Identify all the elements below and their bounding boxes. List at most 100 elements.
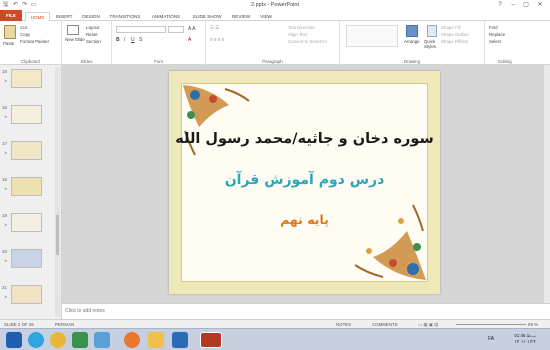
new-slide-icon[interactable] [67, 25, 79, 35]
window-title: 2.pptx - PowerPoint [251, 2, 299, 8]
align-icons[interactable]: ≡ ≡ ≡ ≡ [210, 37, 224, 43]
tab-slide-show[interactable]: SLIDE SHOW [188, 12, 226, 21]
layout-button[interactable]: Layout [86, 25, 99, 31]
clipboard-label: Clipboard [21, 59, 40, 64]
shape-fill-button[interactable]: Shape Fill [441, 25, 461, 31]
paragraph-group: ☰ ☰ ≡ ≡ ≡ ≡ Text Direction Align Text Co… [206, 21, 340, 65]
text-direction-button[interactable]: Text Direction [288, 25, 315, 31]
firefox-icon[interactable] [124, 332, 140, 348]
slide-title-line3[interactable]: پایه نهم [169, 212, 440, 227]
ribbon-tabs: FILE HOME INSERT DESIGN TRANSITIONS ANIM… [0, 10, 550, 21]
thumbnail-number: 18 [2, 177, 8, 182]
find-button[interactable]: Find [489, 25, 498, 31]
tab-design[interactable]: DESIGN [79, 12, 103, 21]
bullets-icon[interactable]: ☰ ☰ [210, 25, 219, 31]
shape-outline-button[interactable]: Shape Outline [441, 32, 469, 38]
font-name-box[interactable] [116, 26, 166, 33]
copy-button[interactable]: Copy [20, 32, 30, 38]
telegram-icon[interactable] [28, 332, 44, 348]
italic-icon[interactable]: I [124, 37, 125, 43]
quick-styles-icon[interactable] [427, 25, 437, 37]
paste-button[interactable]: Paste [3, 41, 14, 47]
thumbnail-scrollbar[interactable] [55, 67, 60, 317]
slide-thumbnail[interactable] [11, 69, 42, 88]
transition-icon: ★ [4, 114, 8, 119]
slide-thumbnail[interactable] [11, 213, 42, 232]
reset-button[interactable]: Reset [86, 32, 97, 38]
format-painter-button[interactable]: Format Painter [20, 39, 49, 45]
slide-thumbnail[interactable] [11, 105, 42, 124]
clock-date: ۱۴۰۱/۰۱/۲۲ [514, 339, 536, 344]
tab-view[interactable]: VIEW [256, 12, 276, 21]
notes-toggle[interactable]: NOTES [336, 321, 351, 328]
system-clock[interactable]: 01:46 ب.ظ ۱۴۰۱/۰۱/۲۲ [514, 333, 536, 345]
media-icon[interactable] [72, 332, 88, 348]
shapes-gallery[interactable] [346, 25, 398, 47]
select-button[interactable]: Select [489, 39, 501, 45]
editing-group: Find Replace Select Editing [485, 21, 525, 65]
powerpoint-icon[interactable] [200, 332, 222, 348]
zoom-slider[interactable] [456, 324, 526, 325]
tab-review[interactable]: REVIEW [229, 12, 253, 21]
tab-transitions[interactable]: TRANSITIONS [106, 12, 144, 21]
slide-title-line2[interactable]: درس دوم آموزش قرآن [169, 172, 440, 188]
explorer-icon[interactable] [172, 332, 188, 348]
minimize-button[interactable]: – [507, 0, 519, 10]
editor-scrollbar[interactable] [544, 65, 550, 303]
thumbnail-number: 21 [2, 285, 8, 290]
arrange-icon[interactable] [406, 25, 418, 37]
smartart-button[interactable]: Convert to SmartArt [288, 39, 327, 45]
editing-label: Editing [498, 59, 512, 64]
paste-icon[interactable] [4, 25, 16, 39]
start-icon[interactable] [6, 332, 22, 348]
arrange-button[interactable]: Arrange [404, 39, 420, 45]
thumbnail-scroll-thumb[interactable] [56, 215, 59, 255]
slide-thumbnail[interactable] [11, 177, 42, 196]
view-buttons[interactable]: ▭ ▦ ▣ ▤ [418, 321, 438, 328]
tab-file[interactable]: FILE [0, 10, 22, 21]
font-group: A A B I U S A Font [112, 21, 206, 65]
font-size-box[interactable] [168, 26, 184, 33]
slide-title-line1[interactable]: سوره دخان و جاثیه/محمد رسول الله [169, 131, 440, 147]
slide-thumbnail[interactable] [11, 141, 42, 160]
font-color-icon[interactable]: A [188, 37, 191, 43]
comments-toggle[interactable]: COMMENTS [372, 321, 398, 328]
maximize-button[interactable]: ▢ [520, 0, 532, 10]
shadow-icon[interactable]: S [139, 37, 142, 43]
language-indicator[interactable]: PERSIAN [55, 321, 74, 328]
status-bar: SLIDE 2 OF 26 PERSIAN NOTES COMMENTS ▭ ▦… [0, 319, 550, 328]
replace-button[interactable]: Replace [489, 32, 505, 38]
tab-animations[interactable]: ANIMATIONS [147, 12, 185, 21]
bold-icon[interactable]: B [116, 37, 120, 43]
shape-effects-button[interactable]: Shape Effects [441, 39, 468, 45]
current-slide[interactable]: سوره دخان و جاثیه/محمد رسول الله درس دوم… [169, 71, 440, 294]
ribbon: Paste Cut Copy Format Painter Clipboard … [0, 21, 550, 65]
zoom-level[interactable]: 69 % [528, 321, 538, 328]
notes-pane[interactable]: Click to add notes [62, 303, 550, 319]
tab-insert[interactable]: INSERT [52, 12, 76, 21]
tab-home[interactable]: HOME [25, 12, 50, 21]
thumbnail-number: 19 [2, 213, 8, 218]
cut-button[interactable]: Cut [20, 25, 27, 31]
section-button[interactable]: Section [86, 39, 101, 45]
quick-styles-button[interactable]: Quick Styles [424, 39, 438, 49]
slide-thumbnail[interactable] [11, 249, 42, 268]
new-slide-button[interactable]: New Slide [65, 37, 85, 43]
align-text-button[interactable]: Align Text [288, 32, 307, 38]
close-button[interactable]: ✕ [534, 0, 546, 10]
grow-font-icon[interactable]: A A [188, 26, 196, 32]
slides-group: New Slide Layout Reset Section Slides [62, 21, 112, 65]
underline-icon[interactable]: U [131, 37, 135, 43]
title-bar: 🖫 ↶ ↷ ▭ 2.pptx - PowerPoint ? – ▢ ✕ [0, 0, 550, 10]
slide-editor: سوره دخان و جاثیه/محمد رسول الله درس دوم… [62, 65, 550, 303]
drawing-group: Arrange Quick Styles Shape Fill Shape Ou… [340, 21, 485, 65]
language-badge[interactable]: FA [488, 336, 494, 342]
folder-icon[interactable] [148, 332, 164, 348]
paragraph-label: Paragraph [262, 59, 283, 64]
slide-thumbnails-panel: 15 ★ 16 ★ 17 ★ 18 ★ 19 ★ 20 ★ 21 ★ [0, 65, 62, 319]
slide-thumbnail[interactable] [11, 285, 42, 304]
taskbar: FA 01:46 ب.ظ ۱۴۰۱/۰۱/۲۲ [0, 328, 550, 350]
globe-icon[interactable] [94, 332, 110, 348]
chrome-icon[interactable] [50, 332, 66, 348]
help-button[interactable]: ? [494, 0, 506, 10]
